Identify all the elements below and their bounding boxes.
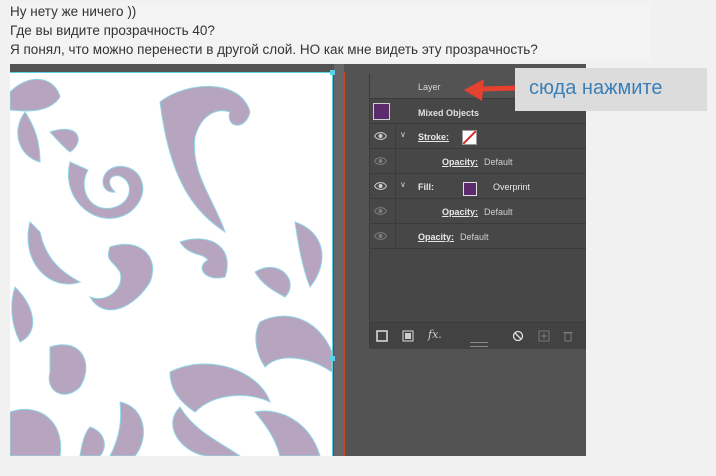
fill-label[interactable]: Fill: [418,182,434,192]
eye-icon[interactable] [374,156,387,166]
selection-handle-right[interactable] [330,356,335,361]
red-arrow-icon [464,79,520,101]
object-label: Mixed Objects [418,108,480,118]
post-line-2: Где вы видите прозрачность 40? [10,23,215,38]
eye-icon[interactable] [374,231,387,241]
trash-icon[interactable] [562,330,574,342]
new-stroke-icon[interactable] [376,330,388,342]
chevron-down-icon[interactable]: ∨ [400,130,406,139]
post-line-1: Ну нету же ничего )) [10,4,137,19]
panel-resize-grip[interactable] [470,342,488,347]
callout-text: сюда нажмите [529,77,663,99]
eye-icon[interactable] [374,206,387,216]
fill-opacity-label[interactable]: Opacity: [442,207,478,217]
artboard-edge [334,64,344,456]
clear-icon[interactable] [512,330,524,342]
layer-label[interactable]: Layer [418,82,441,92]
fill-mode: Overprint [493,182,531,192]
eye-icon[interactable] [374,181,387,191]
illustrator-screenshot: Layer Mixed Objects ∨ Stroke: Opacity: D… [10,64,586,456]
object-swatch [373,103,390,120]
damask-pattern [10,78,332,456]
fill-opacity-value: Default [484,207,513,217]
chevron-down-icon[interactable]: ∨ [400,180,406,189]
no-stroke-icon [463,131,476,144]
fill-swatch[interactable] [463,182,477,196]
selection-handle-top-right[interactable] [330,70,335,75]
stroke-swatch[interactable] [462,130,477,145]
stroke-opacity-label[interactable]: Opacity: [442,157,478,167]
stroke-label[interactable]: Stroke: [418,132,449,142]
stroke-opacity-value: Default [484,157,513,167]
appearance-panel: Layer Mixed Objects ∨ Stroke: Opacity: D… [369,74,586,349]
artboard-canvas [10,72,332,456]
bleed-line [344,72,345,456]
post-line-3: Я понял, что можно перенести в другой сл… [10,42,538,57]
selection-edge-top [10,72,334,73]
fx-icon[interactable]: fx. [428,328,442,341]
annotation-callout: сюда нажмите [515,68,707,111]
duplicate-icon[interactable] [538,330,550,342]
object-opacity-value: Default [460,232,489,242]
selection-edge-right [332,72,333,456]
object-opacity-label[interactable]: Opacity: [418,232,454,242]
new-fill-icon[interactable] [402,330,414,342]
eye-icon[interactable] [374,131,387,141]
post-text: Ну нету же ничего )) Где вы видите прозр… [10,2,650,62]
